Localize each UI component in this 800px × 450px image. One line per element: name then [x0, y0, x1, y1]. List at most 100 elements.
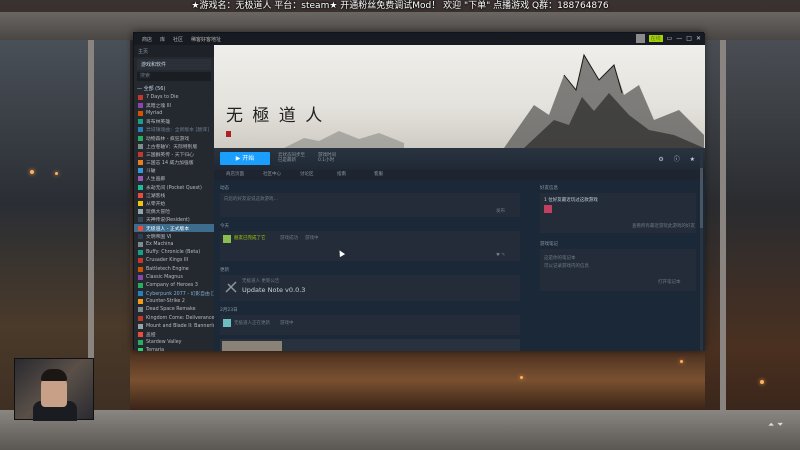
sidebar-game-label: 黑暗之魂 III	[146, 103, 171, 109]
sidebar-game-label: 三国志 14 威力加强版	[146, 161, 194, 167]
sidebar-game-item[interactable]: 玩偶大冒险	[134, 208, 214, 216]
sidebar-game-item[interactable]: 从零开始	[134, 199, 214, 207]
menu-store[interactable]: 商店	[142, 36, 152, 43]
sidebar-game-item[interactable]: Myriad	[134, 109, 214, 117]
sidebar-game-item[interactable]: 异域镇魂曲：全新版本 [翻译]	[134, 126, 214, 134]
post-button[interactable]: 发布	[496, 208, 505, 214]
sidebar-game-item[interactable]: 盖娅	[134, 330, 214, 338]
game-icon	[138, 151, 143, 157]
tab-community-hub[interactable]: 社区中心	[263, 170, 288, 180]
bigpicture-button[interactable]: ▭	[667, 35, 673, 42]
sidebar-game-item[interactable]: Crusader Kings III	[134, 257, 214, 265]
sidebar-game-label: Crusader Kings III	[146, 258, 189, 264]
webcam-person-hair	[41, 369, 67, 381]
notes-line1: 这是你的笔记本	[544, 256, 576, 261]
sidebar-game-label: 玩偶大冒险	[146, 210, 170, 216]
sidebar-game-label: Dead Space Remake	[146, 307, 196, 313]
open-notes-link[interactable]: 打开笔记本	[658, 279, 681, 285]
view-all-friends-link[interactable]: 查看所有最近游玩此游戏的好友	[632, 223, 695, 229]
friend-name[interactable]: 朋友已完成了它	[234, 235, 266, 241]
sidebar-game-item[interactable]: Counter-Strike 2	[134, 298, 214, 306]
sidebar-game-item[interactable]: Kingdom Come: Deliverance II	[134, 314, 214, 322]
sidebar-game-item[interactable]: 无极道人 - 正式版本	[134, 224, 214, 233]
update-panel[interactable]: 无极道人 更新公告 Update Note v0.0.3	[220, 275, 520, 301]
sidebar-game-item[interactable]: Buffy: Chronicle (Beta)	[134, 249, 214, 257]
sidebar-game-label: 天神传说(Resident)	[146, 218, 190, 224]
sidebar-game-label: Myriad	[146, 110, 163, 116]
game-icon	[138, 160, 143, 166]
avatar[interactable]	[635, 34, 645, 43]
sidebar-game-item[interactable]: Terraria	[134, 347, 214, 351]
sidebar-filter-dropdown[interactable]: 游戏和软件	[137, 59, 211, 70]
menu-community[interactable]: 社区	[173, 36, 183, 43]
sidebar-category-all[interactable]: — 全部 (56)	[134, 85, 214, 93]
titlebar: 商店 库 社区 稀客好客地址 在线 ▭ — □ ✕	[134, 33, 705, 45]
sidebar-game-item[interactable]: 上古卷轴V：天际特别版	[134, 142, 214, 150]
news-thumbnail[interactable]	[222, 341, 282, 351]
friend-avatar[interactable]	[223, 235, 231, 243]
sidebar-game-item[interactable]: Cyberpunk 2077 - 幻影自由 [正式版]	[134, 290, 214, 298]
tab-guides[interactable]: 指南	[337, 170, 362, 180]
game-icon	[138, 241, 143, 247]
sidebar-game-item[interactable]: Ex Machina	[134, 240, 214, 248]
game-icon	[138, 143, 143, 149]
notes-line2: 可以记录游戏内的信息	[544, 264, 589, 269]
sidebar-home[interactable]: 主页	[134, 45, 214, 57]
ink-mountain-art	[504, 53, 704, 148]
sidebar-game-item[interactable]: Stardew Valley	[134, 339, 214, 347]
sidebar-game-label: Kingdom Come: Deliverance II	[146, 315, 214, 321]
sidebar-game-item[interactable]: Company of Heroes 3	[134, 281, 214, 289]
ink-hills-art	[284, 131, 404, 148]
sidebar-game-item[interactable]: 人生画廊	[134, 175, 214, 183]
sidebar-game-item[interactable]: 7 Days to Die	[134, 93, 214, 101]
sidebar-game-label: Cyberpunk 2077 - 幻影自由 [正式版]	[146, 292, 214, 298]
sidebar-game-label: 异域镇魂曲：全新版本 [翻译]	[146, 128, 209, 134]
notes-header: 游戏笔记	[540, 242, 558, 247]
sidebar-game-item[interactable]: 斗破	[134, 167, 214, 175]
tab-discussions[interactable]: 讨论区	[300, 170, 325, 180]
playtime-info: 游戏时间 0.1小时	[318, 153, 336, 163]
online-status-badge[interactable]: 在线	[648, 35, 663, 42]
sidebar-game-item[interactable]: 三国志 14 威力加强版	[134, 159, 214, 167]
close-button[interactable]: ✕	[696, 35, 701, 42]
sidebar-game-item[interactable]: 动物森林 - 疯狂游戏	[134, 134, 214, 142]
sidebar-game-item[interactable]: Classic Magnus	[134, 273, 214, 281]
tab-store-page[interactable]: 商店页面	[226, 170, 251, 180]
tab-support[interactable]: 客服	[374, 170, 399, 180]
sidebar-game-item[interactable]: 天神传说(Resident)	[134, 216, 214, 224]
update-header: 更新	[220, 268, 229, 273]
sidebar-game-item[interactable]: Mount and Blade II: Bannerlord	[134, 322, 214, 330]
minimize-button[interactable]: —	[676, 35, 682, 42]
sidebar-game-item[interactable]: 黑暗之魂 III	[134, 101, 214, 109]
city-light	[520, 376, 523, 379]
sidebar-search-input[interactable]: 搜索	[137, 72, 211, 81]
sidebar-game-item[interactable]: Dead Space Remake	[134, 306, 214, 314]
main-scrollbar[interactable]	[700, 148, 703, 351]
sidebar-game-label: 无极道人 - 正式版本	[146, 226, 190, 232]
game-action-bar: ▶ 开始 云状态同步至 已是最新 游戏时间 0.1小时 ⚙ ⓘ ★	[214, 148, 705, 170]
city-light	[760, 380, 764, 384]
sidebar-game-item[interactable]: 哥布林英雄	[134, 118, 214, 126]
sidebar-game-label: Classic Magnus	[146, 274, 183, 280]
menu-library[interactable]: 库	[160, 36, 165, 43]
like-icon[interactable]: ♥ ✎	[496, 253, 505, 258]
activity-input[interactable]: 向您的好友说说这款游戏…	[224, 196, 278, 202]
sidebar-game-item[interactable]: Battletech Engine	[134, 265, 214, 273]
update-title[interactable]: Update Note v0.0.3	[242, 286, 305, 294]
friend-avatar-small[interactable]	[544, 205, 552, 213]
game-icon	[138, 209, 143, 215]
play-button[interactable]: ▶ 开始	[220, 152, 270, 165]
sidebar-game-list: 7 Days to Die 黑暗之魂 III Myriad 哥布林英雄异域镇魂曲：全新…	[134, 93, 214, 351]
game-icon	[138, 307, 143, 313]
game-subnav: 商店页面 社区中心 讨论区 指南 客服	[214, 170, 705, 180]
scrollbar-thumb[interactable]	[700, 168, 703, 228]
sidebar-game-label: 上古卷轴V：天际特别版	[146, 144, 198, 150]
sidebar-game-item[interactable]: 江湖客栈	[134, 191, 214, 199]
game-settings-icons[interactable]: ⚙ ⓘ ★	[658, 154, 699, 163]
menu-profile[interactable]: 稀客好客地址	[191, 36, 221, 43]
game-icon	[138, 135, 143, 141]
maximize-button[interactable]: □	[686, 35, 692, 42]
sidebar-game-item[interactable]: 三国群英传 - 天下归心	[134, 150, 214, 158]
sidebar-game-item[interactable]: 永劫无间 (Pocket Quest)	[134, 183, 214, 191]
sidebar-game-item[interactable]: 文明帝国 VI	[134, 232, 214, 240]
